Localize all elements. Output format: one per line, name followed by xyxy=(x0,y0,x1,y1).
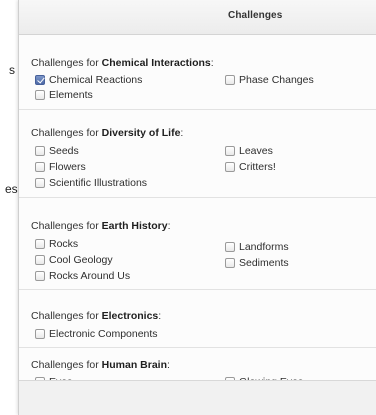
checkbox-label: Seeds xyxy=(49,144,79,157)
section-heading-prefix: Challenges for xyxy=(31,359,99,371)
checkbox-icon[interactable] xyxy=(225,161,235,172)
section-topic: Electronics xyxy=(101,310,159,322)
dialog-header: Challenges xyxy=(19,0,376,35)
checkbox-icon[interactable] xyxy=(35,161,45,172)
checkbox-label: Flowers xyxy=(49,160,86,173)
challenge-checkbox-electronic-components[interactable]: Electronic Components xyxy=(35,326,158,341)
dialog-body: Challenges for Chemical Interactions: Ch… xyxy=(19,35,376,388)
challenges-dialog: Challenges Challenges for Chemical Inter… xyxy=(18,0,376,415)
checkbox-icon[interactable] xyxy=(35,328,45,339)
checkbox-label: Sediments xyxy=(239,256,289,269)
checkbox-icon[interactable] xyxy=(225,241,235,252)
checkbox-label: Cool Geology xyxy=(49,253,113,266)
section-topic: Chemical Interactions xyxy=(101,57,211,69)
challenge-checkbox-cool-geology[interactable]: Cool Geology xyxy=(35,252,113,267)
section-topic: Earth History xyxy=(101,220,168,232)
checkbox-icon[interactable] xyxy=(35,145,45,156)
section-divider xyxy=(19,109,376,110)
checkbox-label: Landforms xyxy=(239,240,289,253)
background-text-fragment: es xyxy=(5,182,18,196)
checkbox-label: Critters! xyxy=(239,160,276,173)
challenge-checkbox-rocks-around-us[interactable]: Rocks Around Us xyxy=(35,268,130,283)
section-heading-prefix: Challenges for xyxy=(31,310,99,322)
challenge-checkbox-scientific-illustrations[interactable]: Scientific Illustrations xyxy=(35,175,147,190)
section-heading: Challenges for Diversity of Life: xyxy=(31,127,184,139)
checkbox-label: Scientific Illustrations xyxy=(49,176,148,189)
checkbox-icon[interactable] xyxy=(35,238,45,249)
challenge-checkbox-seeds[interactable]: Seeds xyxy=(35,143,79,158)
dialog-footer xyxy=(19,380,376,415)
section-divider xyxy=(19,197,376,198)
section-heading-prefix: Challenges for xyxy=(31,57,99,69)
section-heading: Challenges for Earth History: xyxy=(31,220,171,232)
checkbox-label: Phase Changes xyxy=(239,73,314,86)
checkbox-icon[interactable] xyxy=(35,177,45,188)
checkbox-label: Electronic Components xyxy=(49,327,158,340)
checkbox-icon[interactable] xyxy=(35,270,45,281)
challenge-checkbox-landforms[interactable]: Landforms xyxy=(225,239,289,254)
checkbox-checked-icon[interactable] xyxy=(35,74,45,85)
checkbox-icon[interactable] xyxy=(35,89,45,100)
section-topic: Human Brain xyxy=(101,359,167,371)
section-heading: Challenges for Chemical Interactions: xyxy=(31,57,214,69)
challenge-checkbox-chemical-reactions[interactable]: Chemical Reactions xyxy=(35,72,142,87)
background-text-fragment: s xyxy=(9,63,15,77)
section-heading-prefix: Challenges for xyxy=(31,127,99,139)
checkbox-icon[interactable] xyxy=(225,74,235,85)
challenge-checkbox-leaves[interactable]: Leaves xyxy=(225,143,273,158)
section-divider xyxy=(19,289,376,290)
section-heading-prefix: Challenges for xyxy=(31,220,99,232)
challenge-checkbox-critters[interactable]: Critters! xyxy=(225,159,276,174)
challenge-checkbox-rocks[interactable]: Rocks xyxy=(35,236,78,251)
section-topic: Diversity of Life xyxy=(101,127,181,139)
screen: s es Challenges Challenges for Chemical … xyxy=(0,0,376,415)
checkbox-icon[interactable] xyxy=(225,145,235,156)
section-heading: Challenges for Electronics: xyxy=(31,310,162,322)
checkbox-label: Rocks Around Us xyxy=(49,269,131,282)
checkbox-label: Chemical Reactions xyxy=(49,73,143,86)
section-heading: Challenges for Human Brain: xyxy=(31,359,170,371)
checkbox-label: Leaves xyxy=(239,144,273,157)
challenge-checkbox-sediments[interactable]: Sediments xyxy=(225,255,289,270)
challenge-checkbox-phase-changes[interactable]: Phase Changes xyxy=(225,72,314,87)
checkbox-label: Rocks xyxy=(49,237,79,250)
dialog-title: Challenges xyxy=(228,10,283,21)
challenge-checkbox-elements[interactable]: Elements xyxy=(35,87,93,102)
checkbox-label: Elements xyxy=(49,88,93,101)
challenge-checkbox-flowers[interactable]: Flowers xyxy=(35,159,86,174)
checkbox-icon[interactable] xyxy=(35,254,45,265)
checkbox-icon[interactable] xyxy=(225,257,235,268)
section-divider xyxy=(19,347,376,348)
